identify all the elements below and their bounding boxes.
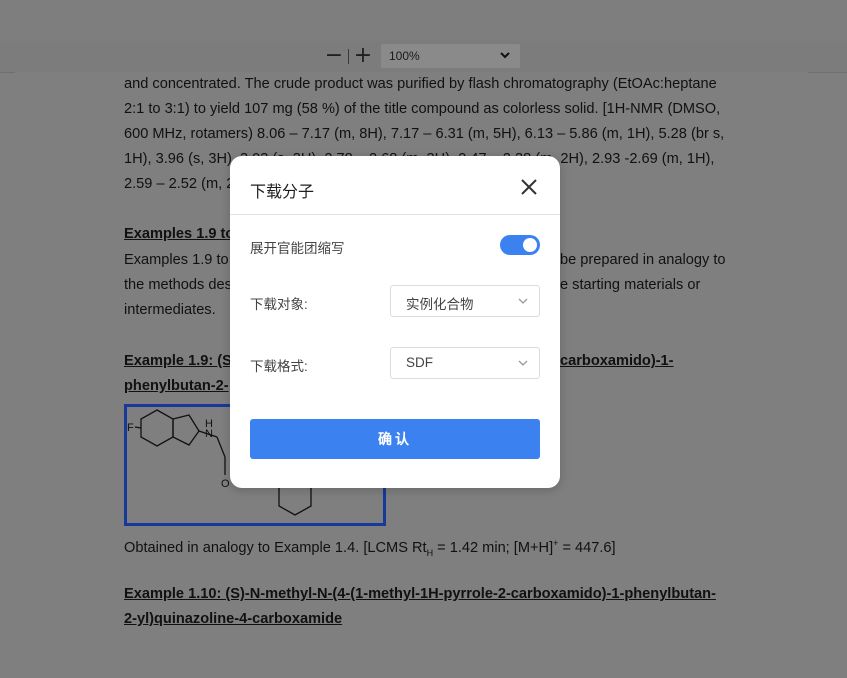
- download-format-value: SDF: [406, 355, 433, 370]
- download-format-label: 下载格式:: [250, 359, 308, 374]
- chevron-down-icon: [518, 298, 528, 304]
- download-target-select[interactable]: 实例化合物: [390, 285, 540, 317]
- download-molecule-dialog: 下载分子 展开官能团缩写 下载对象: 实例化合物 下载格式: SDF 确认: [230, 156, 560, 488]
- download-format-select[interactable]: SDF: [390, 347, 540, 379]
- dialog-divider: [230, 214, 560, 215]
- download-target-label: 下载对象:: [250, 297, 308, 312]
- close-icon[interactable]: [519, 177, 539, 197]
- download-target-value: 实例化合物: [406, 297, 474, 312]
- confirm-button[interactable]: 确认: [250, 419, 540, 459]
- expand-abbreviations-toggle[interactable]: [500, 235, 540, 255]
- chevron-down-icon: [518, 360, 528, 366]
- expand-abbreviations-label: 展开官能团缩写: [250, 241, 345, 256]
- dialog-title: 下载分子: [250, 184, 315, 201]
- toggle-knob: [523, 238, 537, 252]
